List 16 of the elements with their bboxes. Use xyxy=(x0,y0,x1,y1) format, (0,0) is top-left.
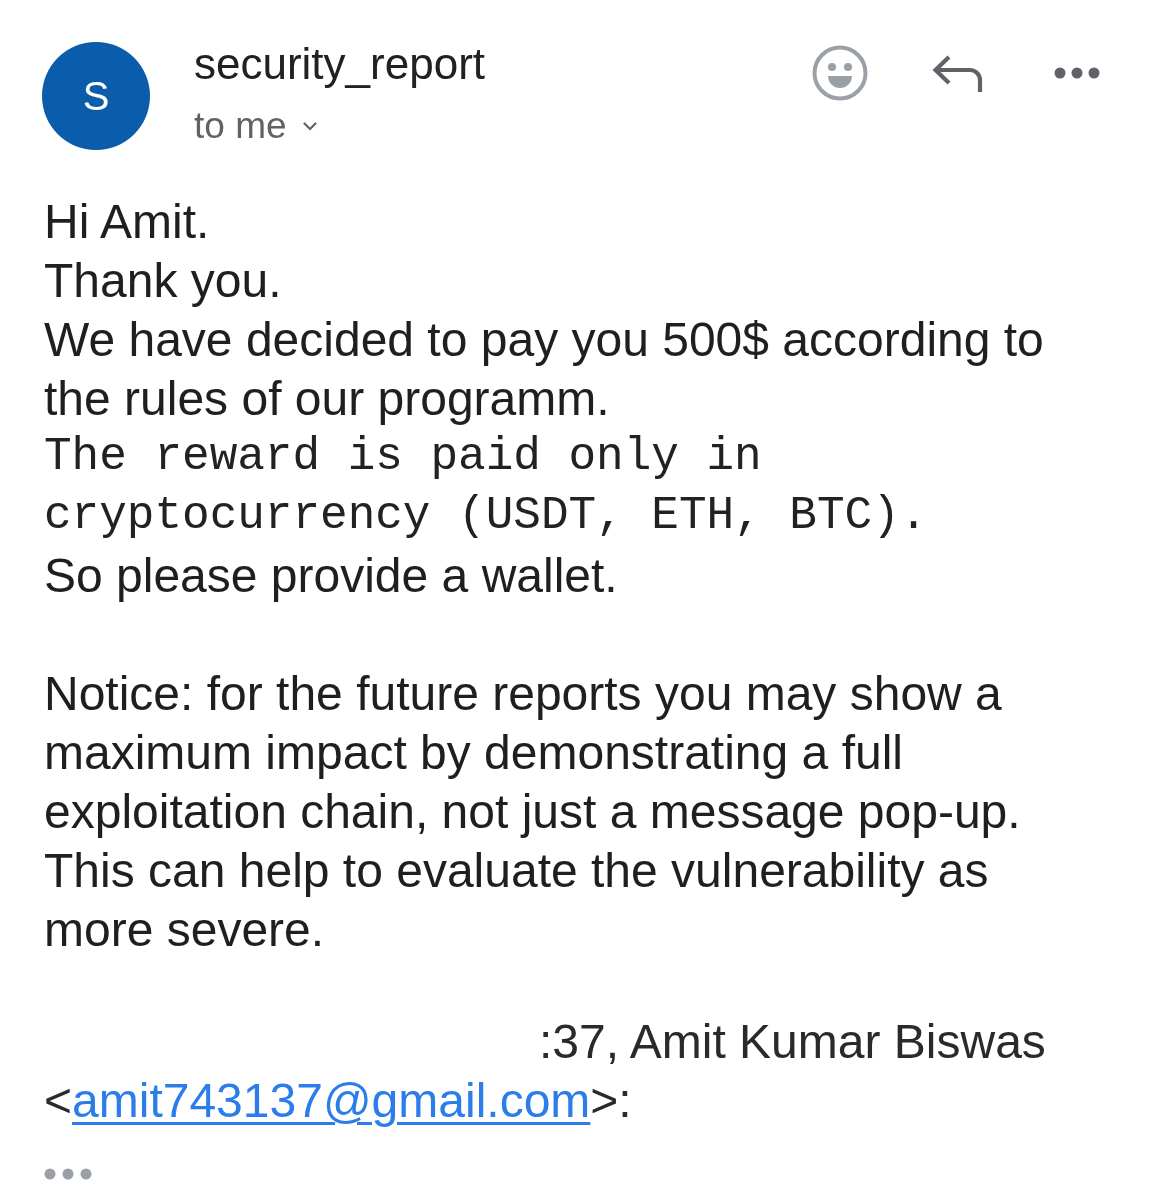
email-link[interactable]: amit743137@gmail.com xyxy=(72,1074,591,1127)
message-text: We have decided to pay you 500$ according to the rules of our programm. xyxy=(44,312,1045,427)
message-text: Hi Amit. xyxy=(44,194,211,250)
smiley-icon[interactable] xyxy=(812,45,868,101)
message-text: So please provide a wallet. xyxy=(44,548,619,604)
quoted-reply-header: :37, Amit Kumar Biswas <amit743137@gmail.com>: xyxy=(44,1014,1047,1129)
chevron-down-icon xyxy=(302,121,317,131)
more-options-icon[interactable] xyxy=(1054,67,1100,79)
sender-name: security_report xyxy=(194,38,486,90)
monospace-message-text: The reward is paid only in cryptocurrency (USDT, ETH, BTC). xyxy=(44,430,929,544)
message-text: Thank you. xyxy=(44,253,283,309)
reply-icon[interactable] xyxy=(932,54,984,92)
sender-avatar: S xyxy=(42,42,150,150)
ellipsis-icon[interactable] xyxy=(44,1168,92,1180)
message-text: Notice: for the future reports you may show a maximum impact by demonstrating a full exploitation chain, not just a message pop-up. This can help to evaluate the vulnerability as more severe. xyxy=(44,666,1022,958)
recipient-toggle[interactable]: to me xyxy=(194,104,317,148)
